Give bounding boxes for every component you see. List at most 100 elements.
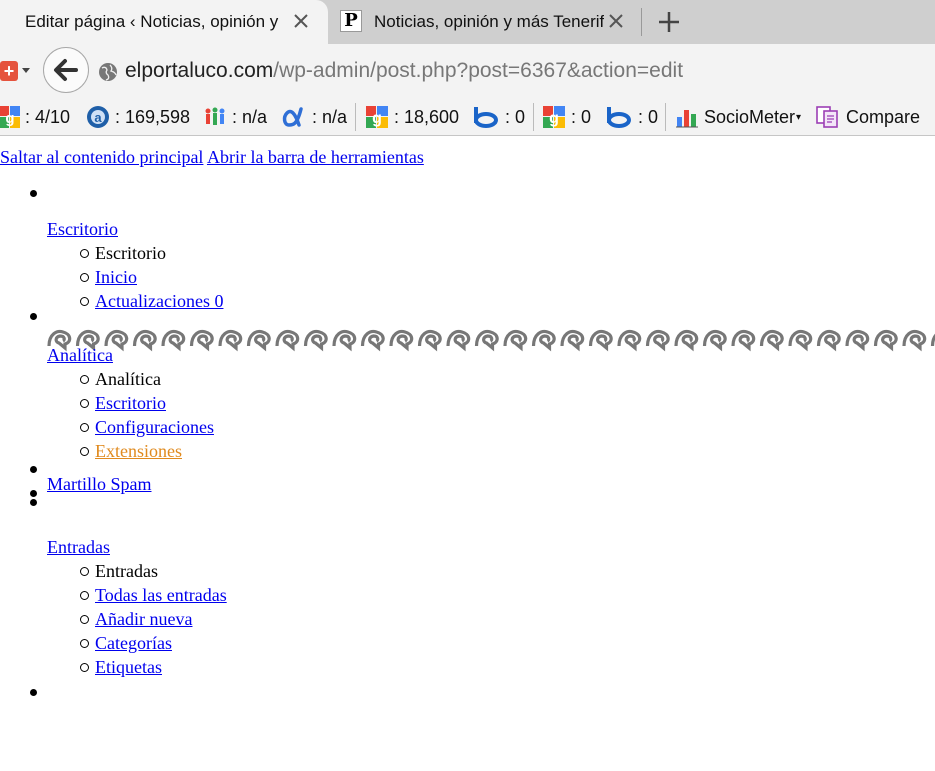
- submenu-link-etiquetas[interactable]: Etiquetas: [95, 657, 162, 677]
- list-bullet: [30, 499, 37, 506]
- close-icon[interactable]: [289, 9, 313, 33]
- submenu-item: Añadir nueva: [80, 607, 935, 631]
- toolbar-divider: [665, 103, 666, 131]
- tab-edit-page[interactable]: Editar página ‹ Noticias, opinión y más …: [0, 0, 328, 44]
- skip-links: Saltar al contenido principal Abrir la b…: [0, 145, 935, 169]
- extension-plus-icon[interactable]: +: [0, 61, 18, 81]
- tab-strip: Editar página ‹ Noticias, opinión y más …: [0, 0, 935, 44]
- broken-glyph-mark: [446, 329, 471, 352]
- submenu-link-anadir[interactable]: Añadir nueva: [95, 609, 192, 629]
- menu-item-martillo-spam: Martillo Spam: [30, 457, 935, 496]
- broken-glyph-mark: [503, 329, 528, 352]
- broken-glyph-mark: [702, 329, 727, 352]
- submenu-link-configuraciones[interactable]: Configuraciones: [95, 417, 214, 437]
- svg-text:g: g: [5, 110, 14, 127]
- back-arrow-icon: [54, 59, 78, 81]
- submenu-current-label: Entradas: [95, 561, 158, 581]
- google-index-icon: g: [366, 106, 388, 128]
- alpha-value: : n/a: [312, 106, 348, 127]
- broken-glyph-mark: [674, 329, 699, 352]
- back-button[interactable]: [43, 47, 89, 93]
- broken-glyph-mark: [788, 329, 813, 352]
- submenu-item: Entradas: [80, 559, 935, 583]
- google-backlinks-value: : 0: [571, 106, 592, 127]
- submenu-item: Inicio: [80, 265, 935, 289]
- broken-glyph-mark: [816, 329, 841, 352]
- list-bullet: [30, 689, 37, 696]
- sociometer-label: SocioMeter: [704, 106, 796, 127]
- submenu-link-todas[interactable]: Todas las entradas: [95, 585, 227, 605]
- alexa-icon: a: [87, 106, 109, 128]
- globe-icon: [99, 63, 117, 81]
- broken-glyph-mark: [132, 329, 157, 352]
- submenu-link-actualizaciones[interactable]: Actualizaciones 0: [95, 291, 223, 311]
- broken-glyph-mark: [645, 329, 670, 352]
- menu-item-entradas: Entradas Entradas Todas las entradas Aña…: [30, 490, 935, 679]
- broken-glyph-mark: [218, 329, 243, 352]
- seo-alexa[interactable]: a : 169,598: [86, 98, 190, 136]
- tab-site[interactable]: P Noticias, opinión y más Tenerife: [332, 0, 634, 44]
- submenu-link-escritorio[interactable]: Escritorio: [95, 393, 166, 413]
- alpha-icon: [282, 107, 303, 127]
- compare-label: Compare: [846, 106, 921, 127]
- list-bullet: [30, 490, 37, 497]
- seo-people[interactable]: : n/a: [203, 98, 267, 136]
- seo-bing-index[interactable]: : 0: [472, 98, 525, 136]
- list-bullet: [30, 313, 37, 320]
- chevron-down-icon[interactable]: [22, 68, 30, 73]
- broken-glyph-mark: [731, 329, 756, 352]
- seo-google-index[interactable]: g : 18,600: [365, 98, 459, 136]
- tab-title: Editar página ‹ Noticias, opinión y más …: [25, 12, 280, 31]
- compare-button[interactable]: Compare: [815, 98, 920, 136]
- submenu-item: Todas las entradas: [80, 583, 935, 607]
- broken-glyph-mark: [588, 329, 613, 352]
- menu-item-next: [30, 679, 935, 703]
- menu-link-martillo-spam[interactable]: Martillo Spam: [47, 474, 152, 494]
- broken-glyph-mark: [389, 329, 414, 352]
- bing-backlinks-value: : 0: [638, 106, 659, 127]
- compare-icon: [816, 106, 838, 128]
- seo-alpha[interactable]: : n/a: [281, 98, 347, 136]
- broken-glyph-mark: [474, 329, 499, 352]
- menu-link-analitica[interactable]: Analítica: [47, 345, 113, 365]
- seo-pagerank[interactable]: g : 4/10: [0, 98, 70, 136]
- broken-glyph-mark: [360, 329, 385, 352]
- menu-link-entradas[interactable]: Entradas: [47, 537, 110, 557]
- submenu-item: Etiquetas: [80, 655, 935, 679]
- sociometer-button[interactable]: SocioMeter ▾: [675, 98, 801, 136]
- submenu-link-categorias[interactable]: Categorías: [95, 633, 172, 653]
- broken-glyph-mark: [873, 329, 898, 352]
- url-field[interactable]: elportaluco.com/wp-admin/post.php?post=6…: [125, 59, 683, 83]
- skip-to-content-link[interactable]: Saltar al contenido principal: [0, 147, 203, 167]
- open-toolbar-link[interactable]: Abrir la barra de herramientas: [207, 147, 424, 167]
- menu-link-escritorio[interactable]: Escritorio: [47, 219, 118, 239]
- broken-glyph-icon: [47, 329, 935, 352]
- broken-glyph-mark: [303, 329, 328, 352]
- menu-item-escritorio: Escritorio Escritorio Inicio Actualizaci…: [30, 169, 935, 313]
- svg-text:g: g: [372, 110, 382, 127]
- seo-google-backlinks[interactable]: g : 0: [542, 98, 591, 136]
- people-value: : n/a: [232, 106, 268, 127]
- broken-glyph-mark: [332, 329, 357, 352]
- submenu-analitica: Analítica Escritorio Configuraciones Ext…: [47, 367, 935, 463]
- close-icon[interactable]: [604, 9, 628, 33]
- svg-text:g: g: [549, 110, 559, 127]
- broken-icon-glyphs: [47, 328, 935, 352]
- bing-index-value: : 0: [505, 106, 526, 127]
- broken-glyph-mark: [275, 329, 300, 352]
- submenu-entradas: Entradas Todas las entradas Añadir nueva…: [47, 559, 935, 679]
- submenu-escritorio: Escritorio Inicio Actualizaciones 0: [47, 241, 935, 313]
- google-pagerank-icon: g: [0, 106, 20, 128]
- admin-menu: Escritorio Escritorio Inicio Actualizaci…: [0, 169, 935, 703]
- submenu-item: Analítica: [80, 367, 935, 391]
- url-path: /wp-admin/post.php?post=6367&action=edit: [273, 59, 684, 82]
- bing-backlinks-icon: [607, 107, 631, 128]
- broken-glyph-mark: [417, 329, 442, 352]
- toolbar-divider: [355, 103, 356, 131]
- seo-bing-backlinks[interactable]: : 0: [605, 98, 658, 136]
- alexa-value: : 169,598: [115, 106, 191, 127]
- submenu-link-inicio[interactable]: Inicio: [95, 267, 137, 287]
- new-tab-icon[interactable]: [655, 8, 683, 36]
- list-bullet: [30, 190, 37, 197]
- pagerank-value: : 4/10: [25, 106, 71, 127]
